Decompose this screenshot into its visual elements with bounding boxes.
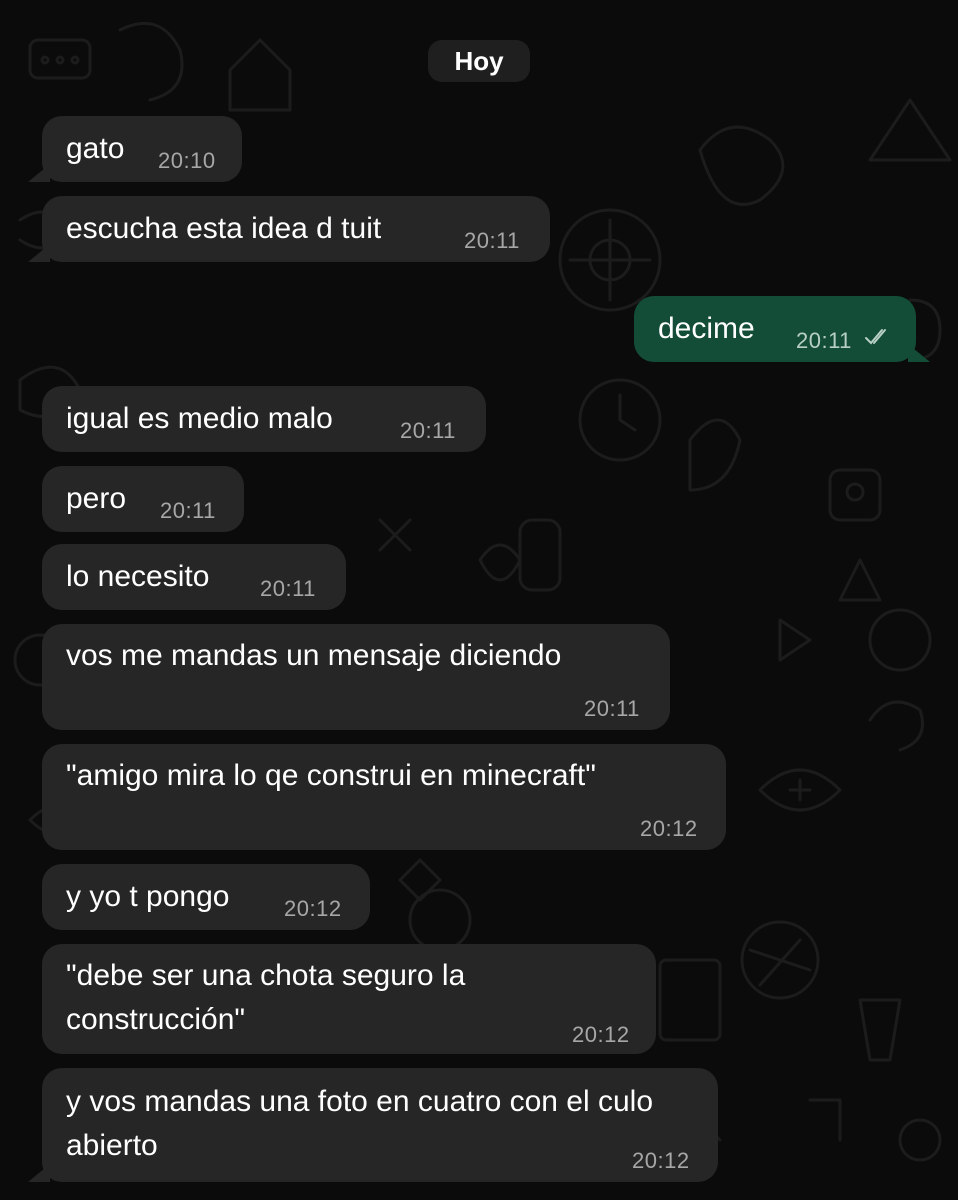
message-text: pero — [66, 482, 127, 515]
message-text: "debe ser una chota seguro la construcci… — [66, 959, 466, 1036]
message-text: vos me mandas un mensaje diciendo — [66, 639, 562, 672]
message-bubble-outgoing[interactable]: decime 20:11 — [634, 296, 930, 362]
message-bubble-incoming[interactable]: lo necesito 20:11 — [42, 544, 346, 610]
bubble-tail — [28, 164, 50, 182]
message-timestamp: 20:12 — [572, 1022, 630, 1047]
bubble-tail — [28, 244, 50, 262]
message-bubble-incoming[interactable]: vos me mandas un mensaje diciendo 20:11 — [42, 624, 670, 730]
message-text: gato — [66, 132, 125, 165]
message-bubble-incoming[interactable]: y vos mandas una foto en cuatro con el c… — [28, 1068, 718, 1182]
message-timestamp: 20:12 — [284, 896, 342, 921]
message-text: igual es medio malo — [66, 402, 333, 435]
message-timestamp: 20:11 — [400, 418, 456, 443]
chat-conversation[interactable]: Hoy gato 20:10 escucha esta idea d tuit … — [0, 0, 958, 1200]
message-bubble-incoming[interactable]: y yo t pongo 20:12 — [42, 864, 370, 930]
message-bubble-incoming[interactable]: gato 20:10 — [28, 116, 242, 182]
message-timestamp: 20:11 — [160, 498, 216, 523]
message-bubble-incoming[interactable]: "debe ser una chota seguro la construcci… — [42, 944, 656, 1054]
message-bubble-incoming[interactable]: pero 20:11 — [42, 466, 244, 532]
bubble-tail — [908, 344, 930, 362]
message-text: escucha esta idea d tuit — [66, 212, 382, 245]
message-bubble-incoming[interactable]: "amigo mira lo qe construi en minecraft"… — [42, 744, 726, 850]
message-text: lo necesito — [66, 560, 210, 593]
message-timestamp: 20:11 — [260, 576, 316, 601]
message-text: y vos mandas una foto en cuatro con el c… — [66, 1085, 654, 1162]
message-bubble-incoming[interactable]: escucha esta idea d tuit 20:11 — [28, 196, 550, 262]
message-text: decime — [658, 312, 755, 345]
message-timestamp: 20:11 — [464, 228, 520, 253]
read-double-check-icon — [865, 329, 886, 345]
bubble-tail — [28, 1164, 50, 1182]
message-timestamp: 20:11 — [796, 328, 852, 353]
message-timestamp: 20:10 — [158, 148, 216, 173]
message-timestamp: 20:12 — [640, 816, 698, 841]
message-timestamp: 20:12 — [632, 1148, 690, 1173]
date-separator: Hoy — [428, 40, 530, 82]
message-timestamp: 20:11 — [584, 696, 640, 721]
message-bubble-incoming[interactable]: igual es medio malo 20:11 — [42, 386, 486, 452]
message-text: "amigo mira lo qe construi en minecraft" — [66, 759, 596, 792]
message-text: y yo t pongo — [66, 880, 230, 913]
